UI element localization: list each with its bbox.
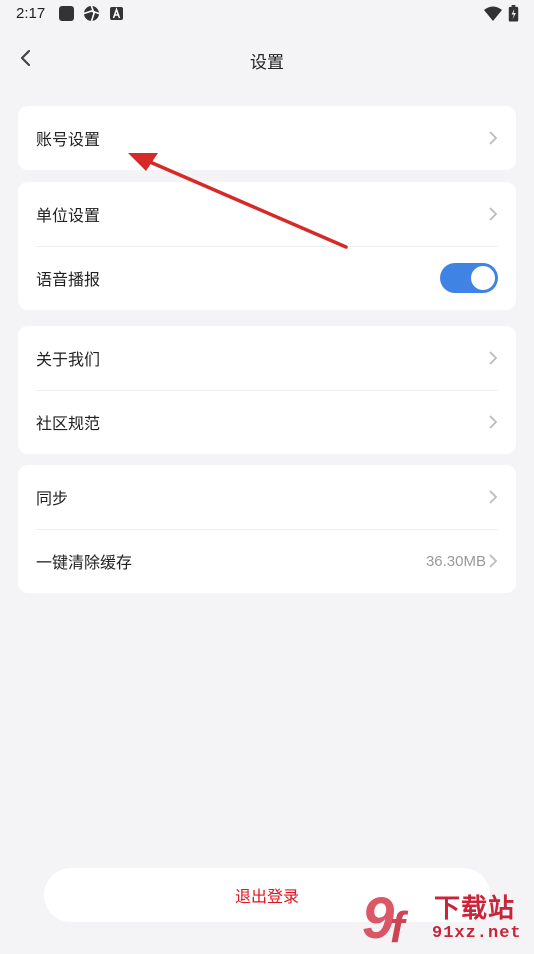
status-time: 2:17: [16, 5, 46, 22]
sync-row[interactable]: 同步: [18, 465, 516, 529]
chevron-right-icon: [489, 131, 498, 145]
chevron-right-icon: [489, 351, 498, 365]
voice-broadcast-toggle[interactable]: [440, 263, 498, 293]
community-rules-row[interactable]: 社区规范: [18, 390, 516, 454]
row-label: 同步: [36, 489, 69, 508]
unit-settings-row[interactable]: 单位设置: [18, 182, 516, 246]
svg-text:f: f: [390, 903, 409, 950]
row-label: 社区规范: [36, 414, 101, 433]
page-title: 设置: [250, 53, 284, 73]
top-nav-bar: 设置: [0, 36, 534, 82]
toggle-knob: [471, 266, 495, 290]
clear-cache-row[interactable]: 一键清除缓存 36.30MB: [18, 529, 516, 593]
chevron-right-icon: [489, 415, 498, 429]
settings-group-unit: 单位设置 语音播报: [18, 182, 516, 310]
watermark-9f-icon: 9 f: [362, 886, 409, 952]
about-us-row[interactable]: 关于我们: [18, 326, 516, 390]
settings-group-sync: 同步 一键清除缓存 36.30MB: [18, 465, 516, 593]
status-bar: 2:17: [0, 0, 534, 28]
row-label: 关于我们: [36, 350, 101, 369]
watermark-site: 91xz.net: [432, 924, 522, 943]
wifi-icon: [484, 6, 502, 21]
settings-group-account: 账号设置: [18, 106, 516, 170]
chevron-right-icon: [489, 554, 498, 568]
row-label: 语音播报: [36, 270, 101, 289]
account-settings-row[interactable]: 账号设置: [18, 106, 516, 170]
settings-group-about: 关于我们 社区规范: [18, 326, 516, 454]
row-label: 单位设置: [36, 206, 101, 225]
font-a-icon: [110, 7, 123, 20]
chevron-right-icon: [489, 490, 498, 504]
aperture-icon: [83, 5, 100, 22]
cache-size-value: 36.30MB: [425, 552, 486, 570]
battery-icon: [508, 5, 519, 22]
row-label: 一键清除缓存: [36, 553, 133, 572]
voice-broadcast-row: 语音播报: [18, 246, 516, 310]
watermark-logo: 9 f 下载站 91xz.net: [360, 884, 534, 952]
square-app-icon: [59, 6, 74, 21]
chevron-right-icon: [489, 207, 498, 221]
row-label: 账号设置: [36, 130, 101, 149]
watermark-brand: 下载站: [434, 894, 516, 924]
